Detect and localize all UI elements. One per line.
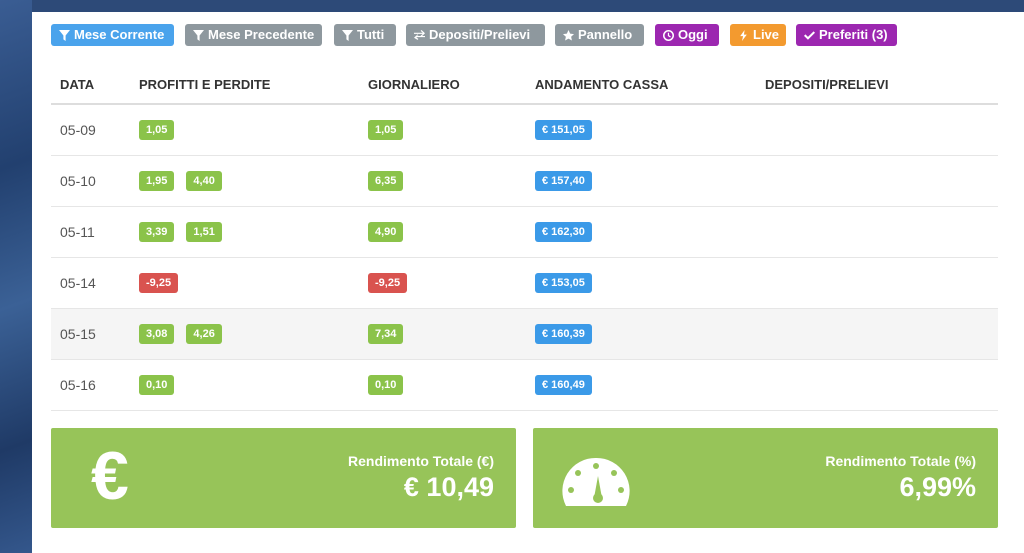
pl-badge: 0,10 xyxy=(139,375,175,395)
date-cell: 05-15 xyxy=(51,308,130,360)
pl-badge: -9,25 xyxy=(139,273,179,293)
desktop-background xyxy=(0,0,32,553)
dashboard-panel-button[interactable]: Pannello xyxy=(555,24,644,46)
daily-badge: 4,90 xyxy=(368,222,404,242)
total-return-eur-tile: € Rendimento Totale (€) € 10,49 xyxy=(51,428,516,528)
cash-badge: € 160,39 xyxy=(535,324,592,344)
filter-all-button[interactable]: Tutti xyxy=(334,24,396,46)
daily-cell: 6,35 xyxy=(359,155,526,207)
bolt-icon xyxy=(740,29,747,41)
exchange-icon xyxy=(414,29,425,40)
cash-badge: € 153,05 xyxy=(535,273,592,293)
pl-badge: 3,39 xyxy=(139,222,175,242)
filter-current-month-button[interactable]: Mese Corrente xyxy=(51,24,174,46)
daily-cell: 1,05 xyxy=(359,104,526,156)
date-cell: 05-14 xyxy=(51,257,130,309)
check-icon xyxy=(804,30,815,40)
today-button[interactable]: Oggi xyxy=(655,24,719,46)
deposits-cell xyxy=(756,308,998,360)
pl-badge: 1,95 xyxy=(139,171,175,191)
button-label: Mese Corrente xyxy=(74,27,165,42)
dashboard-gauge-icon xyxy=(562,457,630,506)
column-header[interactable]: ANDAMENTO CASSA xyxy=(526,65,756,105)
column-header[interactable]: PROFITTI E PERDITE xyxy=(130,65,359,105)
button-label: Live xyxy=(753,27,780,42)
button-label: Preferiti (3) xyxy=(819,27,888,42)
tile-label: Rendimento Totale (%) xyxy=(825,453,976,469)
pl-cell: 3,39 1,51 xyxy=(130,206,359,258)
daily-badge: 6,35 xyxy=(368,171,404,191)
cash-cell: € 153,05 xyxy=(526,257,756,309)
filter-previous-month-button[interactable]: Mese Precedente xyxy=(185,24,322,46)
live-button[interactable]: Live xyxy=(730,24,786,46)
daily-cell: 0,10 xyxy=(359,359,526,411)
tile-value: 6,99% xyxy=(899,472,976,502)
daily-pl-table: DATA PROFITTI E PERDITE GIORNALIERO ANDA… xyxy=(51,65,998,411)
clock-icon xyxy=(663,29,674,41)
deposits-cell xyxy=(756,155,998,207)
filter-icon xyxy=(59,29,70,41)
button-label: Tutti xyxy=(357,27,385,42)
cash-badge: € 162,30 xyxy=(535,222,592,242)
daily-cell: 7,34 xyxy=(359,308,526,360)
column-header[interactable]: DEPOSITI/PRELIEVI xyxy=(756,65,998,105)
button-label: Mese Precedente xyxy=(208,27,315,42)
daily-cell: 4,90 xyxy=(359,206,526,258)
table-row: 05-15 3,08 4,26 7,34 € 160,39 xyxy=(51,308,998,360)
pl-cell: -9,25 xyxy=(130,257,359,309)
deposits-cell xyxy=(756,206,998,258)
table-row: 05-10 1,95 4,40 6,35 € 157,40 xyxy=(51,155,998,207)
column-header[interactable]: DATA xyxy=(51,65,130,105)
daily-badge: -9,25 xyxy=(368,273,408,293)
pl-cell: 3,08 4,26 xyxy=(130,308,359,360)
deposits-withdrawals-button[interactable]: Depositi/Prelievi xyxy=(406,24,545,46)
button-label: Depositi/Prelievi xyxy=(429,27,531,42)
star-icon xyxy=(563,29,574,41)
daily-badge: 0,10 xyxy=(368,375,404,395)
pl-badge: 4,40 xyxy=(186,171,222,191)
cash-cell: € 160,49 xyxy=(526,359,756,411)
main-panel: Mese Corrente Mese Precedente Tutti Depo… xyxy=(32,12,1024,553)
date-cell: 05-16 xyxy=(51,359,130,411)
cash-badge: € 160,49 xyxy=(535,375,592,395)
table-row: 05-09 1,05 1,05 € 151,05 xyxy=(51,104,998,156)
cash-badge: € 157,40 xyxy=(535,171,592,191)
daily-cell: -9,25 xyxy=(359,257,526,309)
pl-badge: 1,51 xyxy=(186,222,222,242)
daily-badge: 1,05 xyxy=(368,120,404,140)
pl-badge: 4,26 xyxy=(186,324,222,344)
date-cell: 05-10 xyxy=(51,155,130,207)
button-label: Pannello xyxy=(578,27,633,42)
pl-badge: 1,05 xyxy=(139,120,175,140)
total-return-pct-tile: Rendimento Totale (%) 6,99% xyxy=(533,428,998,528)
date-cell: 05-09 xyxy=(51,104,130,156)
favorites-button[interactable]: Preferiti (3) xyxy=(796,24,897,46)
daily-badge: 7,34 xyxy=(368,324,404,344)
tile-label: Rendimento Totale (€) xyxy=(348,453,494,469)
table-row: 05-16 0,10 0,10 € 160,49 xyxy=(51,359,998,411)
date-cell: 05-11 xyxy=(51,206,130,258)
cash-cell: € 157,40 xyxy=(526,155,756,207)
table-row: 05-11 3,39 1,51 4,90 € 162,30 xyxy=(51,206,998,258)
cash-cell: € 151,05 xyxy=(526,104,756,156)
deposits-cell xyxy=(756,257,998,309)
cash-cell: € 160,39 xyxy=(526,308,756,360)
table-row: 05-14 -9,25 -9,25 € 153,05 xyxy=(51,257,998,309)
report-card: Mese Corrente Mese Precedente Tutti Depo… xyxy=(32,12,1024,553)
filter-icon xyxy=(342,29,353,41)
pl-cell: 1,95 4,40 xyxy=(130,155,359,207)
column-header[interactable]: GIORNALIERO xyxy=(359,65,526,105)
euro-icon: € xyxy=(91,438,129,514)
deposits-cell xyxy=(756,104,998,156)
cash-cell: € 162,30 xyxy=(526,206,756,258)
table-header-row: DATA PROFITTI E PERDITE GIORNALIERO ANDA… xyxy=(51,65,998,105)
cash-badge: € 151,05 xyxy=(535,120,592,140)
tile-value: € 10,49 xyxy=(403,472,494,502)
pl-badge: 3,08 xyxy=(139,324,175,344)
deposits-cell xyxy=(756,359,998,411)
filter-icon xyxy=(193,29,204,41)
button-label: Oggi xyxy=(678,27,708,42)
pl-cell: 1,05 xyxy=(130,104,359,156)
pl-cell: 0,10 xyxy=(130,359,359,411)
